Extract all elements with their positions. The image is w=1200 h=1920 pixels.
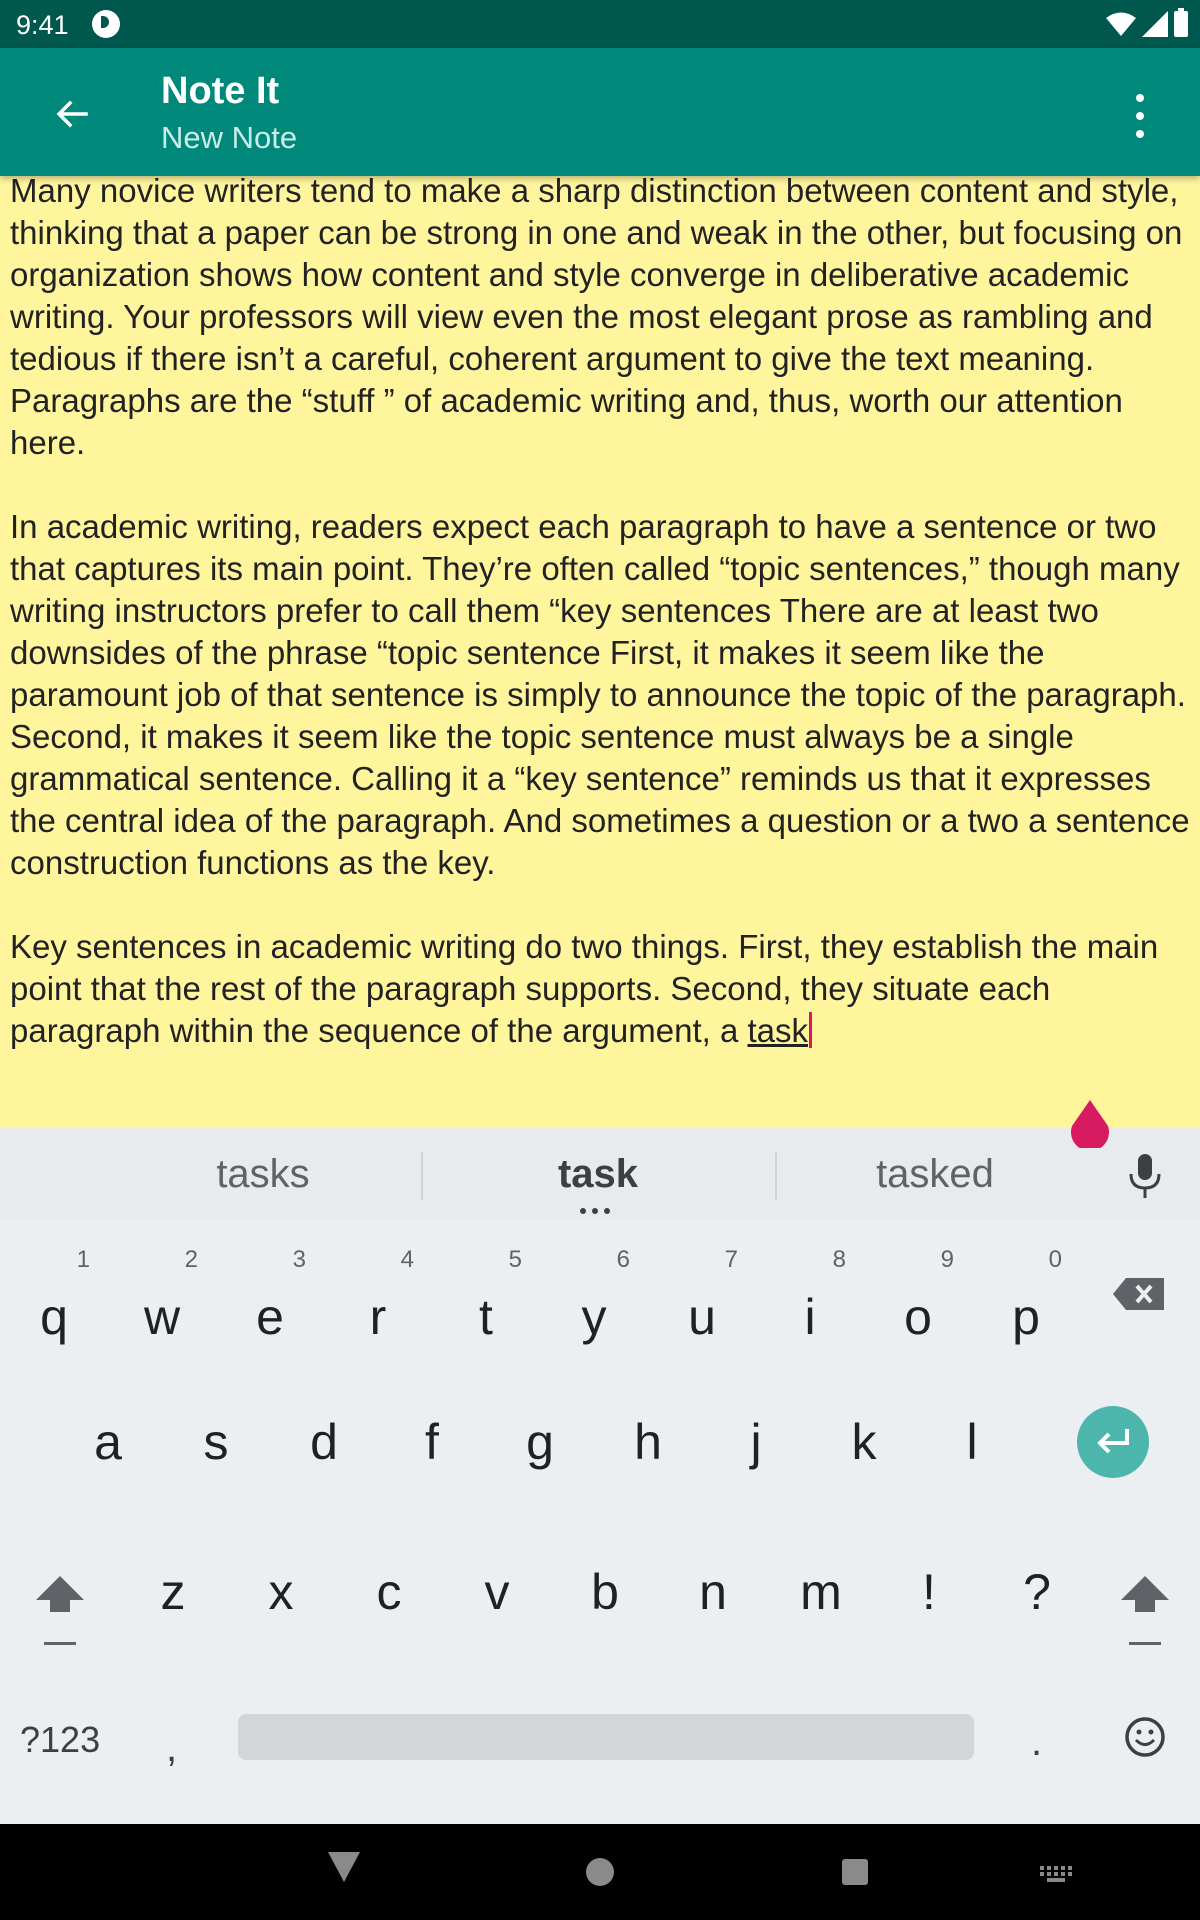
notification-icon (92, 10, 120, 38)
nav-recents-icon[interactable] (842, 1859, 868, 1885)
backspace-icon[interactable] (1112, 1276, 1166, 1312)
shift-left-icon[interactable] (28, 1572, 92, 1652)
period-key[interactable]: . (1031, 1720, 1042, 1765)
dot-icon (1136, 130, 1144, 138)
key-m[interactable]: m (767, 1522, 875, 1662)
app-bar: Note It New Note (0, 48, 1200, 176)
key-p[interactable]: 0p (972, 1232, 1080, 1372)
note-paragraph: Many novice writers tend to make a sharp… (10, 176, 1183, 461)
key-l[interactable]: l (918, 1372, 1026, 1512)
key-h[interactable]: h (594, 1372, 702, 1512)
note-paragraph: In academic writing, readers expect each… (10, 508, 1190, 881)
key-exclamation[interactable]: ! (875, 1522, 983, 1662)
more-suggestions-icon[interactable] (580, 1208, 610, 1214)
app-title: Note It (161, 70, 280, 112)
back-button[interactable] (40, 82, 104, 146)
key-r[interactable]: 4r (324, 1232, 432, 1372)
note-editor[interactable]: Many novice writers tend to make a sharp… (0, 176, 1200, 1128)
suggestion-right[interactable]: tasked (785, 1152, 1085, 1197)
key-d[interactable]: d (270, 1372, 378, 1512)
status-bar: 9:41 (0, 0, 1200, 48)
suggestion-left[interactable]: tasks (113, 1152, 413, 1197)
navigation-bar (0, 1824, 1200, 1920)
key-x[interactable]: x (227, 1522, 335, 1662)
key-question[interactable]: ? (983, 1522, 1091, 1662)
microphone-icon[interactable] (1124, 1152, 1166, 1200)
key-y[interactable]: 6y (540, 1232, 648, 1372)
key-n[interactable]: n (659, 1522, 767, 1662)
key-i[interactable]: 8i (756, 1232, 864, 1372)
emoji-icon[interactable] (1124, 1716, 1166, 1758)
key-u[interactable]: 7u (648, 1232, 756, 1372)
key-f[interactable]: f (378, 1372, 486, 1512)
shift-right-icon[interactable] (1113, 1572, 1177, 1652)
symbols-key[interactable]: ?123 (20, 1719, 100, 1761)
dot-icon (1136, 112, 1144, 120)
composing-word: task (747, 1012, 809, 1049)
key-b[interactable]: b (551, 1522, 659, 1662)
key-o[interactable]: 9o (864, 1232, 972, 1372)
status-icons (1106, 8, 1188, 38)
enter-icon (1097, 1429, 1129, 1454)
key-j[interactable]: j (702, 1372, 810, 1512)
suggestion-center[interactable]: task (448, 1152, 748, 1197)
suggestion-strip: tasks task tasked (0, 1128, 1200, 1220)
note-paragraph: Key sentences in academic writing do two… (10, 926, 1190, 1052)
battery-icon (1174, 8, 1188, 37)
note-paragraph-text: Key sentences in academic writing do two… (10, 928, 1159, 1049)
space-bar[interactable] (238, 1714, 974, 1760)
nav-back-icon[interactable] (326, 1848, 362, 1888)
keyboard-switch-icon[interactable] (1040, 1866, 1072, 1882)
wifi-icon (1106, 12, 1136, 36)
key-g[interactable]: g (486, 1372, 594, 1512)
arrow-back-icon (56, 100, 88, 128)
key-t[interactable]: 5t (432, 1232, 540, 1372)
key-e[interactable]: 3e (216, 1232, 324, 1372)
key-a[interactable]: a (54, 1372, 162, 1512)
key-c[interactable]: c (335, 1522, 443, 1662)
key-k[interactable]: k (810, 1372, 918, 1512)
cursor-handle[interactable] (1070, 1100, 1110, 1148)
key-s[interactable]: s (162, 1372, 270, 1512)
key-q[interactable]: 1q (0, 1232, 108, 1372)
key-v[interactable]: v (443, 1522, 551, 1662)
suggestion-divider (421, 1152, 423, 1200)
key-z[interactable]: z (119, 1522, 227, 1662)
signal-icon (1142, 11, 1168, 37)
note-body[interactable]: Many novice writers tend to make a sharp… (10, 176, 1190, 1052)
suggestion-divider (775, 1152, 777, 1200)
status-time: 9:41 (16, 10, 69, 40)
dot-icon (1136, 94, 1144, 102)
overflow-menu-button[interactable] (1120, 88, 1160, 144)
app-subtitle: New Note (161, 120, 298, 155)
enter-button[interactable] (1077, 1406, 1149, 1478)
text-cursor (809, 1012, 813, 1048)
key-w[interactable]: 2w (108, 1232, 216, 1372)
comma-key[interactable]: , (166, 1726, 177, 1771)
nav-home-icon[interactable] (586, 1858, 614, 1886)
